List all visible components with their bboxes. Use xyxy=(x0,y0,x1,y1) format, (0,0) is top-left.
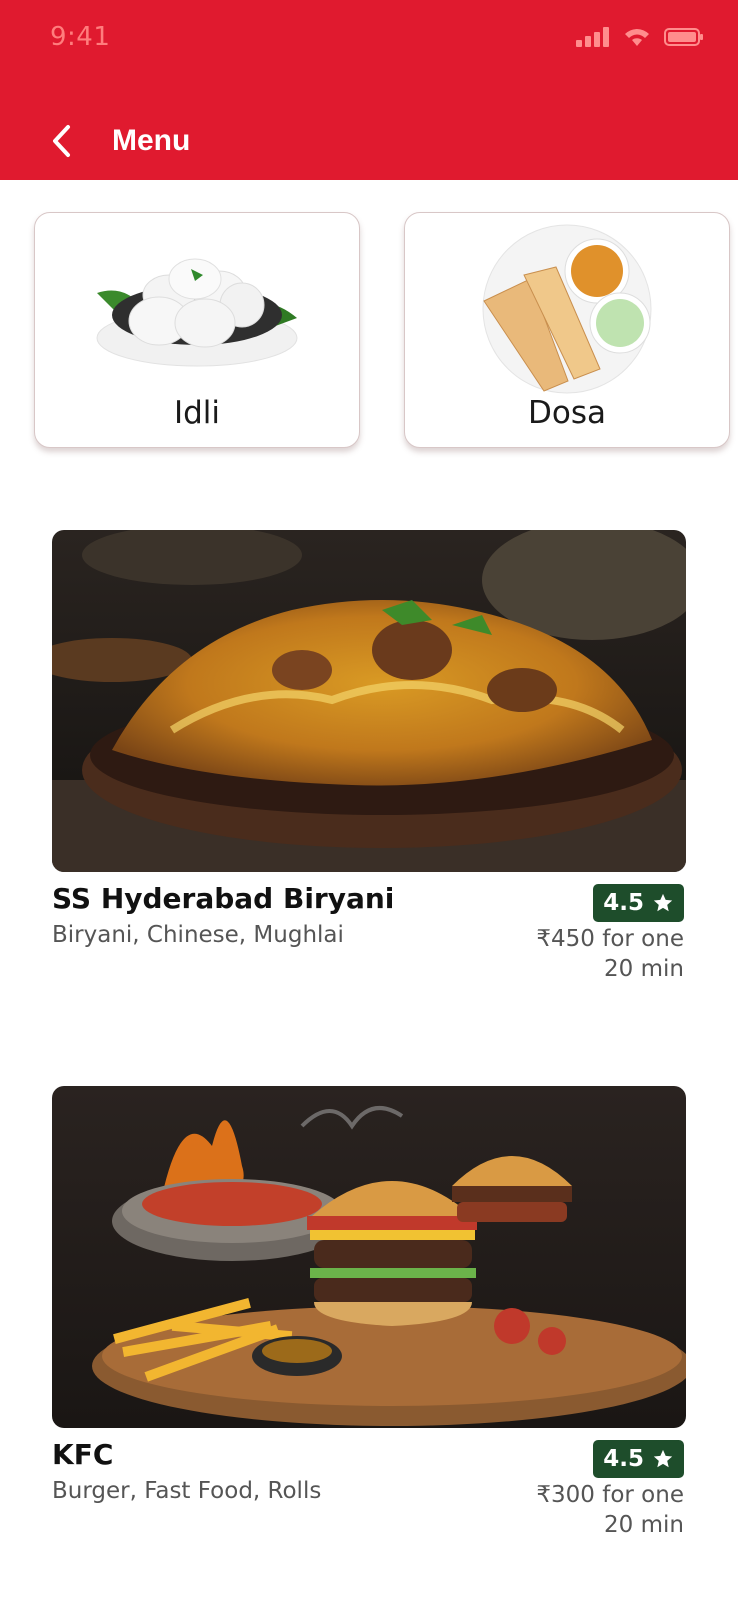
price-for-one: ₹450 for one xyxy=(536,926,684,952)
star-icon xyxy=(653,893,673,912)
category-card-dosa[interactable]: Dosa xyxy=(404,212,730,448)
status-time: 9:41 xyxy=(50,22,111,52)
battery-icon xyxy=(664,28,703,46)
page-title: Menu xyxy=(112,124,191,157)
biryani-image xyxy=(52,530,686,872)
rating-value: 4.5 xyxy=(603,1446,644,1472)
price-for-one: ₹300 for one xyxy=(536,1482,684,1508)
dosa-image xyxy=(482,224,652,394)
signal-icon xyxy=(576,27,609,47)
rating-badge: 4.5 xyxy=(593,884,684,922)
restaurant-cuisine: Burger, Fast Food, Rolls xyxy=(52,1478,322,1504)
star-icon xyxy=(653,1449,673,1468)
restaurant-name: KFC xyxy=(52,1438,114,1471)
category-label: Dosa xyxy=(528,395,606,431)
category-label: Idli xyxy=(173,395,221,431)
wifi-icon xyxy=(625,29,649,46)
idli-image xyxy=(96,258,298,367)
app-header: 9:41 Menu xyxy=(0,0,738,180)
rating-badge: 4.5 xyxy=(593,1440,684,1478)
burger-image xyxy=(52,1086,686,1428)
chevron-left-icon xyxy=(53,125,70,157)
back-button[interactable] xyxy=(44,122,78,160)
rating-value: 4.5 xyxy=(603,890,644,916)
category-card-idli[interactable]: Idli xyxy=(34,212,360,448)
restaurant-name: SS Hyderabad Biryani xyxy=(52,882,395,915)
delivery-time: 20 min xyxy=(604,1512,684,1538)
restaurant-card[interactable]: KFC Burger, Fast Food, Rolls 4.5 ₹300 fo… xyxy=(52,1086,686,1538)
delivery-time: 20 min xyxy=(604,956,684,982)
restaurant-card[interactable]: SS Hyderabad Biryani Biryani, Chinese, M… xyxy=(52,530,686,982)
restaurant-cuisine: Biryani, Chinese, Mughlai xyxy=(52,922,344,948)
status-icons xyxy=(576,26,704,48)
